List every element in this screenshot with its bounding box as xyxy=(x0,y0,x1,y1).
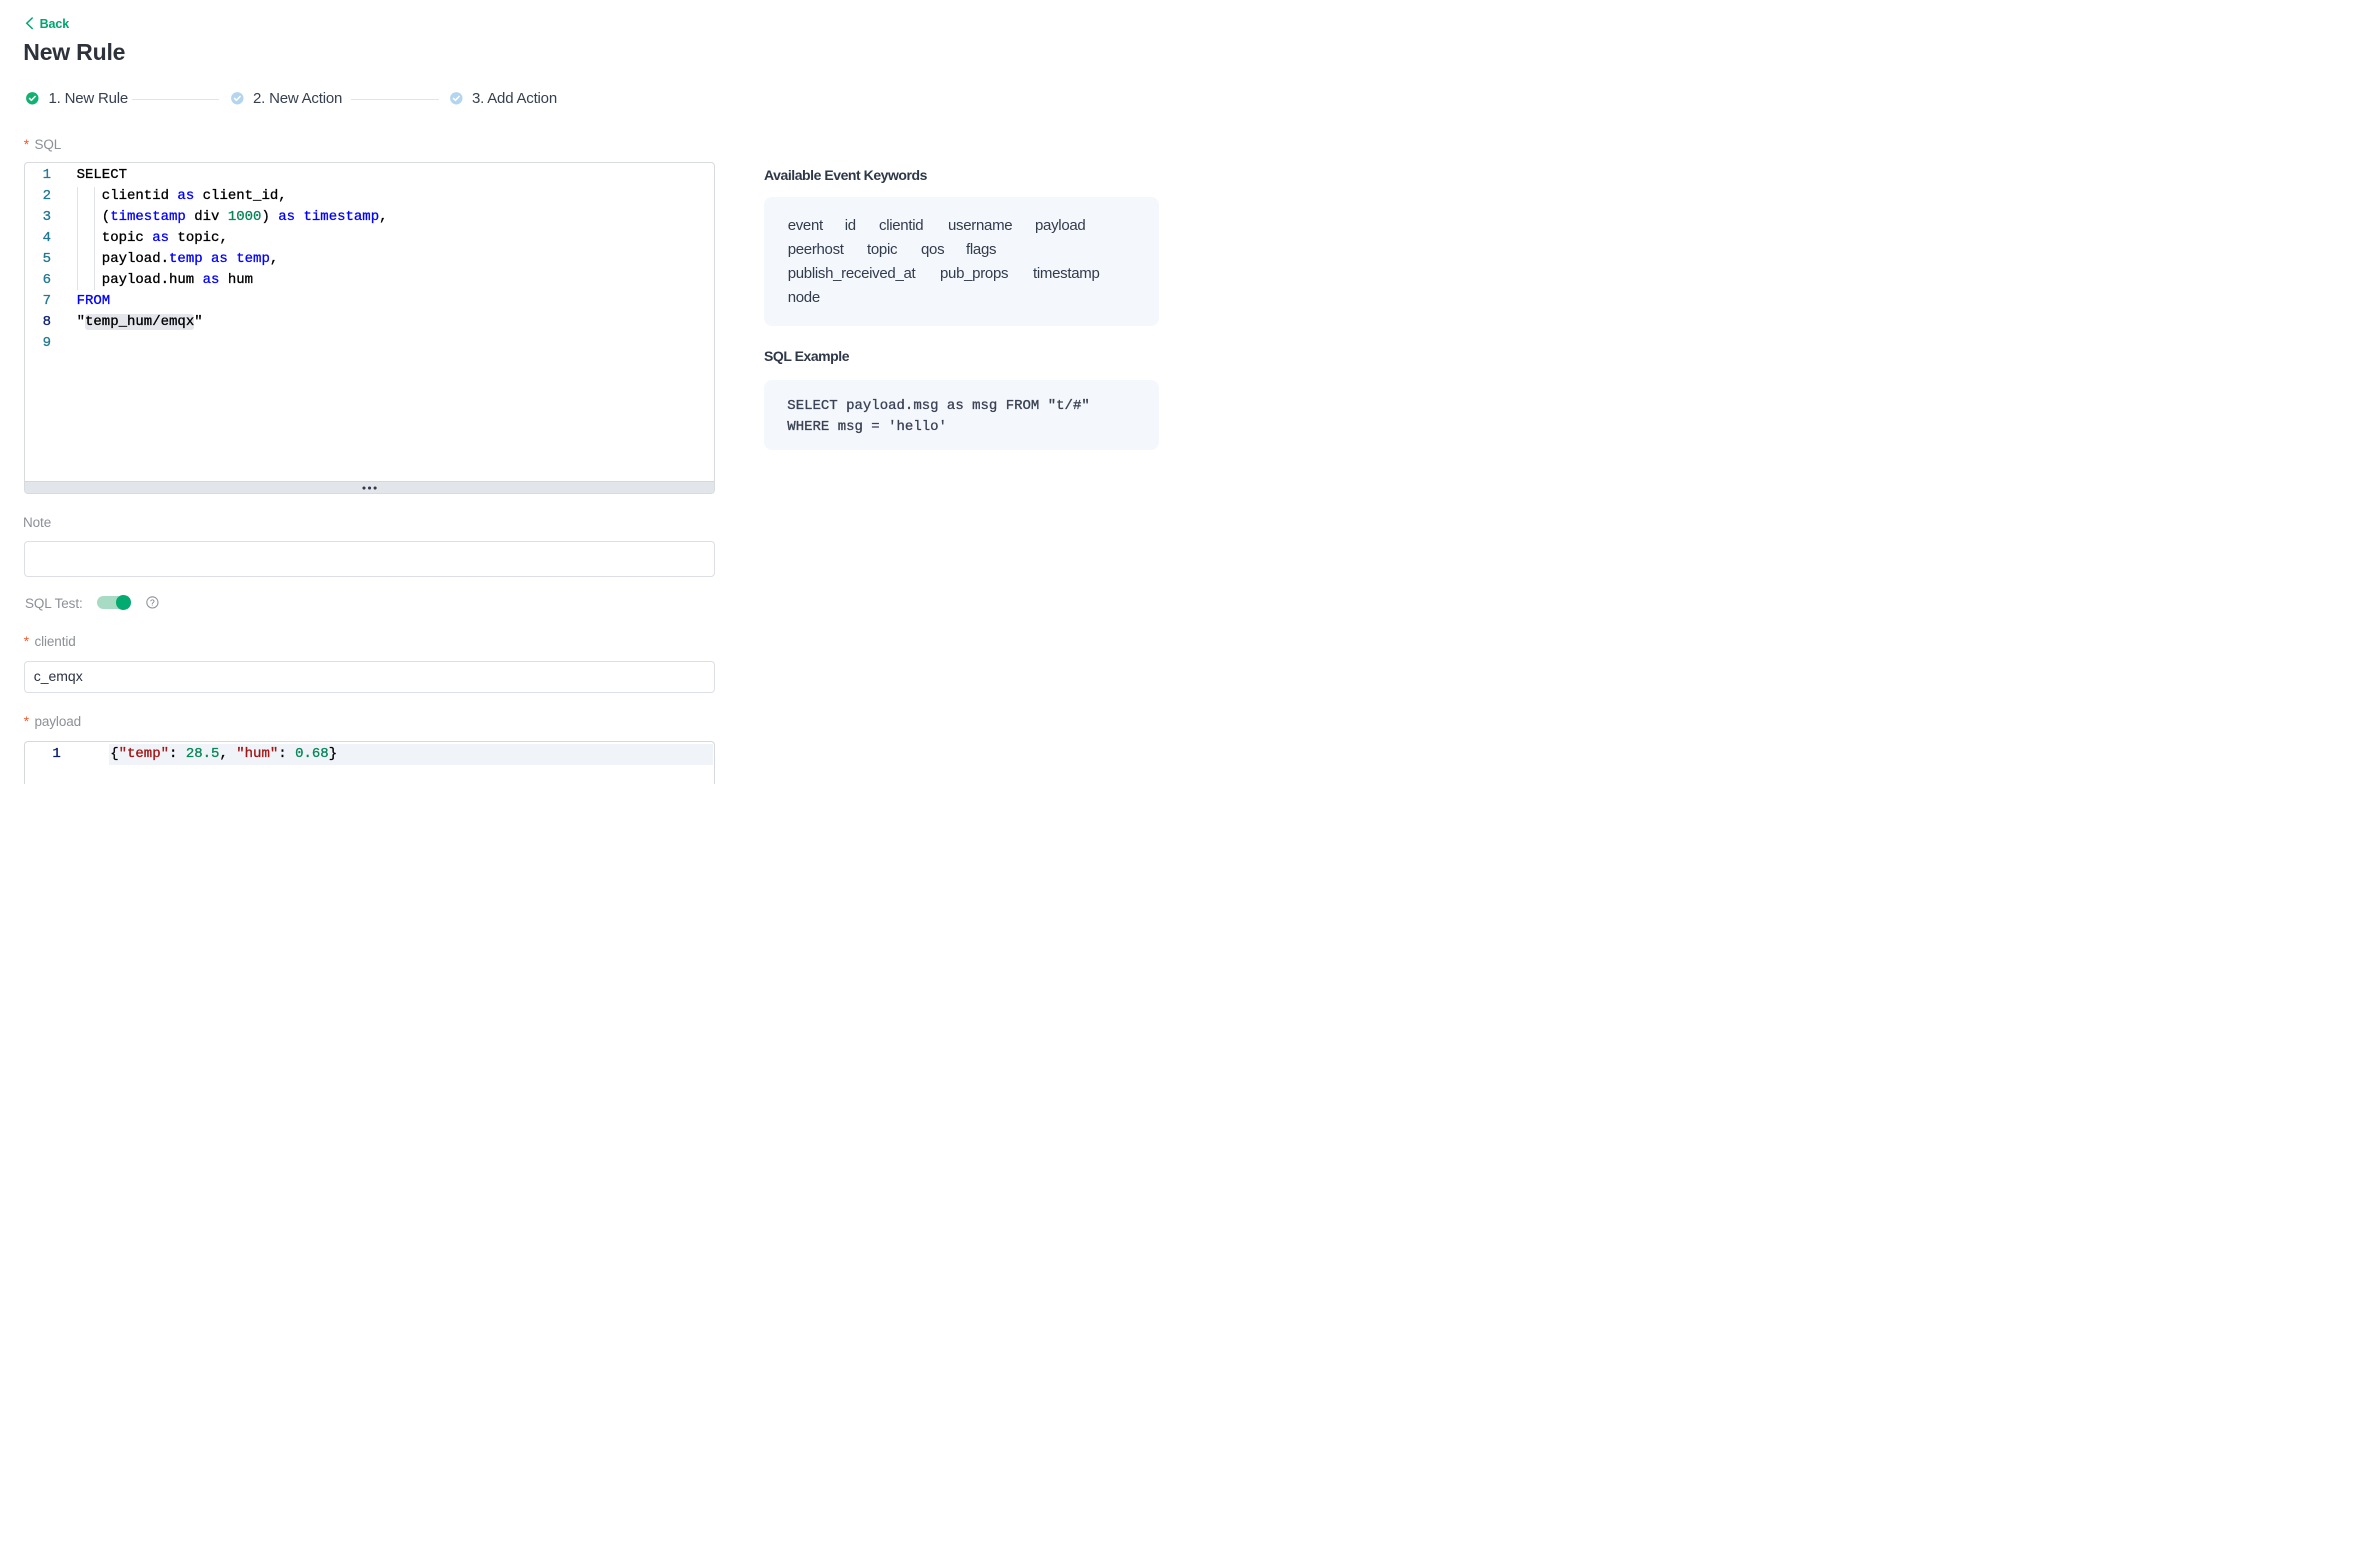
svg-text:?: ? xyxy=(150,598,155,608)
